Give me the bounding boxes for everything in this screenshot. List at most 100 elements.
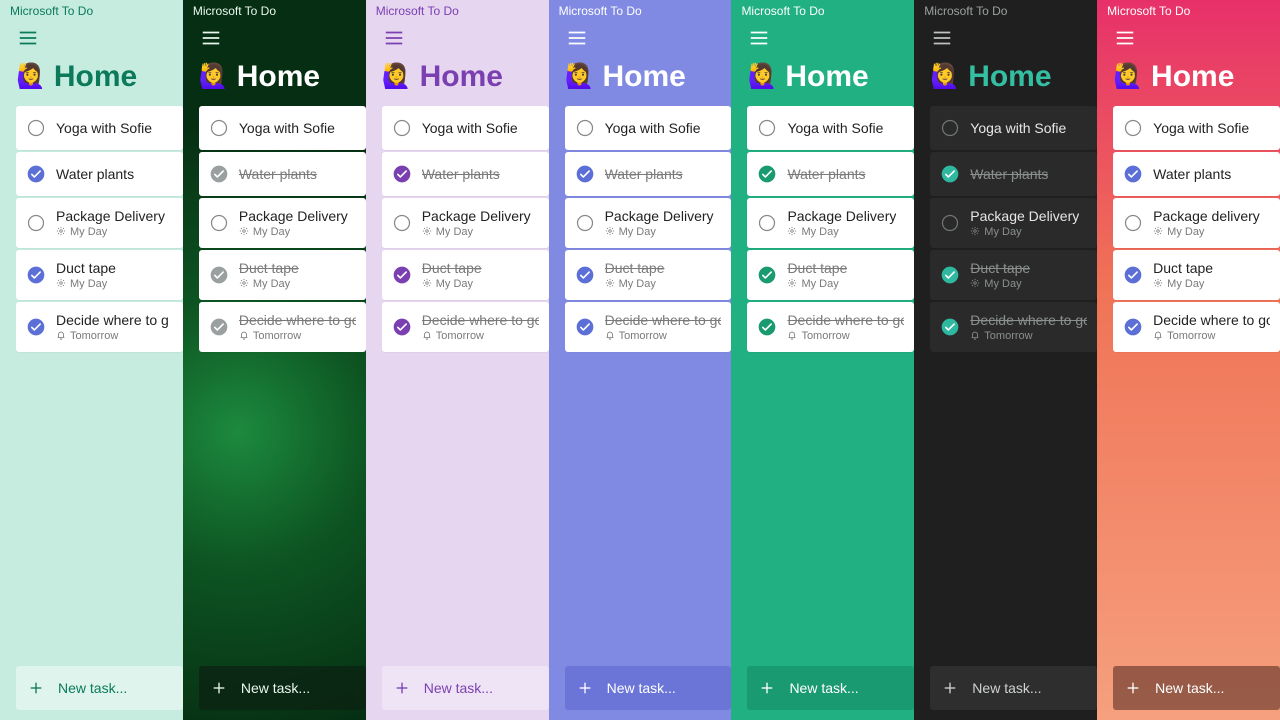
task-row[interactable]: Yoga with Sofie: [930, 106, 1097, 150]
checkbox-unchecked-icon[interactable]: [392, 118, 412, 138]
checkbox-checked-icon[interactable]: [392, 265, 412, 285]
task-row[interactable]: Decide where to go foTomorrow: [747, 302, 914, 352]
meta-label: My Day: [70, 226, 107, 238]
checkbox-checked-icon[interactable]: [757, 317, 777, 337]
checkbox-checked-icon[interactable]: [940, 317, 960, 337]
checkbox-unchecked-icon[interactable]: [1123, 213, 1143, 233]
checkbox-checked-icon[interactable]: [1123, 317, 1143, 337]
new-task-input[interactable]: New task...: [930, 666, 1097, 710]
checkbox-unchecked-icon[interactable]: [1123, 118, 1143, 138]
checkbox-unchecked-icon[interactable]: [209, 213, 229, 233]
task-row[interactable]: Decide where to go foTomorrow: [199, 302, 366, 352]
task-row[interactable]: Yoga with Sofie: [1113, 106, 1280, 150]
checkbox-unchecked-icon[interactable]: [757, 118, 777, 138]
task-row[interactable]: Decide where to go foTomorrow: [565, 302, 732, 352]
checkbox-checked-icon[interactable]: [1123, 164, 1143, 184]
new-task-input[interactable]: New task...: [747, 666, 914, 710]
new-task-input[interactable]: New task...: [382, 666, 549, 710]
task-row[interactable]: Package DeliveryMy Day: [382, 198, 549, 248]
checkbox-checked-icon[interactable]: [26, 317, 46, 337]
checkbox-checked-icon[interactable]: [1123, 265, 1143, 285]
task-row[interactable]: Water plants: [16, 152, 183, 196]
task-row[interactable]: Package DeliveryMy Day: [930, 198, 1097, 248]
checkbox-checked-icon[interactable]: [209, 265, 229, 285]
checkbox-unchecked-icon[interactable]: [26, 213, 46, 233]
checkbox-checked-icon[interactable]: [26, 164, 46, 184]
new-task-placeholder: New task...: [424, 680, 493, 696]
meta-my-day: My Day: [56, 278, 116, 291]
task-row[interactable]: Duct tapeMy Day: [382, 250, 549, 300]
task-row[interactable]: Water plants: [747, 152, 914, 196]
menu-icon[interactable]: [924, 20, 960, 56]
checkbox-unchecked-icon[interactable]: [940, 213, 960, 233]
checkbox-checked-icon[interactable]: [940, 164, 960, 184]
meta-label: My Day: [619, 278, 656, 290]
sun-icon: [787, 226, 797, 239]
task-row[interactable]: Water plants: [382, 152, 549, 196]
avatar-icon: 🙋‍♀️: [16, 65, 46, 89]
task-title: Decide where to go for th: [970, 312, 1087, 328]
meta-tomorrow: Tomorrow: [970, 330, 1087, 343]
task-row[interactable]: Decide where to gTomorrow: [16, 302, 183, 352]
task-row[interactable]: Duct tapeMy Day: [565, 250, 732, 300]
task-row[interactable]: Water plants: [199, 152, 366, 196]
task-row[interactable]: Yoga with Sofie: [16, 106, 183, 150]
list-header: 🙋‍♀️Home: [183, 56, 366, 106]
new-task-input[interactable]: New task...: [1113, 666, 1280, 710]
task-row[interactable]: Decide where to go for th Tomorrow: [930, 302, 1097, 352]
task-row[interactable]: Yoga with Sofie: [747, 106, 914, 150]
checkbox-checked-icon[interactable]: [757, 164, 777, 184]
checkbox-checked-icon[interactable]: [575, 164, 595, 184]
task-row[interactable]: Water plants: [565, 152, 732, 196]
task-title: Decide where to go fo: [1153, 312, 1270, 328]
task-row[interactable]: Water plants: [930, 152, 1097, 196]
task-row[interactable]: Yoga with Sofie: [199, 106, 366, 150]
checkbox-unchecked-icon[interactable]: [575, 213, 595, 233]
avatar-icon: 🙋‍♀️: [747, 65, 777, 89]
menu-icon[interactable]: [559, 20, 595, 56]
checkbox-unchecked-icon[interactable]: [26, 118, 46, 138]
checkbox-unchecked-icon[interactable]: [757, 213, 777, 233]
task-row[interactable]: Package DeliveryMy Day: [199, 198, 366, 248]
checkbox-checked-icon[interactable]: [209, 164, 229, 184]
bell-icon: [1153, 330, 1163, 343]
task-row[interactable]: Duct tapeMy Day: [1113, 250, 1280, 300]
task-row[interactable]: Decide where to go forTomorrow: [382, 302, 549, 352]
checkbox-checked-icon[interactable]: [392, 164, 412, 184]
new-task-input[interactable]: New task...: [199, 666, 366, 710]
task-row[interactable]: Duct tapeMy Day: [930, 250, 1097, 300]
sun-icon: [56, 278, 66, 291]
task-row[interactable]: Package DeliveryMy Day: [747, 198, 914, 248]
task-row[interactable]: Yoga with Sofie: [382, 106, 549, 150]
checkbox-unchecked-icon[interactable]: [940, 118, 960, 138]
checkbox-checked-icon[interactable]: [209, 317, 229, 337]
checkbox-checked-icon[interactable]: [392, 317, 412, 337]
menu-icon[interactable]: [1107, 20, 1143, 56]
checkbox-checked-icon[interactable]: [575, 265, 595, 285]
task-row[interactable]: Water plants: [1113, 152, 1280, 196]
task-row[interactable]: Package DeliveryMy Day: [16, 198, 183, 248]
task-row[interactable]: Package deliveryMy Day: [1113, 198, 1280, 248]
menu-icon[interactable]: [741, 20, 777, 56]
menu-icon[interactable]: [193, 20, 229, 56]
new-task-input[interactable]: New task...: [16, 666, 183, 710]
checkbox-unchecked-icon[interactable]: [209, 118, 229, 138]
task-row[interactable]: Duct tapeMy Day: [16, 250, 183, 300]
checkbox-unchecked-icon[interactable]: [575, 118, 595, 138]
checkbox-unchecked-icon[interactable]: [392, 213, 412, 233]
new-task-input[interactable]: New task...: [565, 666, 732, 710]
task-row[interactable]: Package DeliveryMy Day: [565, 198, 732, 248]
checkbox-checked-icon[interactable]: [757, 265, 777, 285]
checkbox-checked-icon[interactable]: [940, 265, 960, 285]
checkbox-checked-icon[interactable]: [575, 317, 595, 337]
menu-icon[interactable]: [376, 20, 412, 56]
task-row[interactable]: Decide where to go foTomorrow: [1113, 302, 1280, 352]
task-title: Duct tape: [970, 260, 1030, 276]
checkbox-checked-icon[interactable]: [26, 265, 46, 285]
task-title: Package Delivery: [239, 208, 348, 224]
task-row[interactable]: Duct tapeMy Day: [199, 250, 366, 300]
menu-icon[interactable]: [10, 20, 46, 56]
task-row[interactable]: Yoga with Sofie: [565, 106, 732, 150]
task-row[interactable]: Duct tapeMy Day: [747, 250, 914, 300]
theme-panel-coral: Microsoft To Do🙋‍♀️HomeYoga with SofieWa…: [1097, 0, 1280, 720]
